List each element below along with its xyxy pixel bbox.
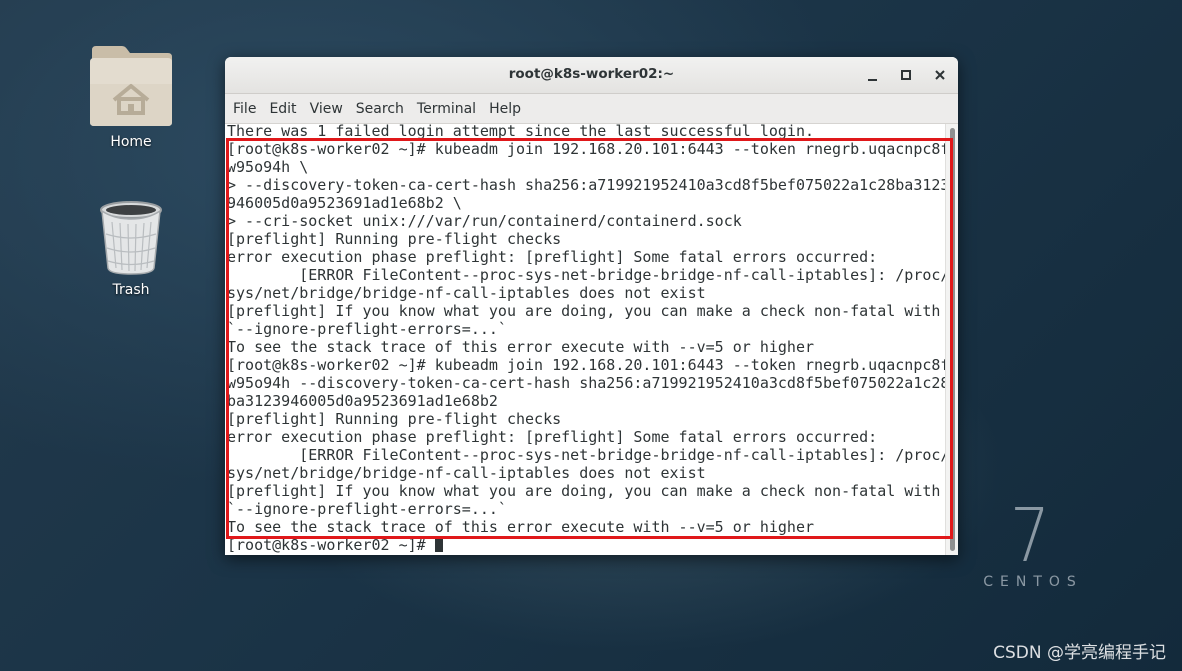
terminal-line: `--ignore-preflight-errors=...`: [227, 500, 507, 518]
terminal-line: > --discovery-token-ca-cert-hash sha256:…: [227, 176, 946, 194]
centos-version-numeral: 7: [1009, 493, 1051, 579]
terminal-cursor: [434, 537, 443, 552]
folder-home-icon: [90, 46, 172, 126]
close-icon: [935, 70, 945, 80]
terminal-line: w95o94h --discovery-token-ca-cert-hash s…: [227, 374, 946, 392]
terminal-line: [root@k8s-worker02 ~]# kubeadm join 192.…: [227, 356, 946, 374]
csdn-watermark: CSDN @学亮编程手记: [993, 643, 1166, 663]
menu-help[interactable]: Help: [484, 97, 526, 121]
terminal-line: > --cri-socket unix:///var/run/container…: [227, 212, 742, 230]
terminal-window[interactable]: root@k8s-worker02:~ File Edit View Searc…: [225, 57, 958, 555]
terminal-line: There was 1 failed login attempt since t…: [227, 124, 814, 140]
trash-label: Trash: [112, 282, 150, 298]
menubar: File Edit View Search Terminal Help: [225, 94, 958, 124]
terminal-output[interactable]: There was 1 failed login attempt since t…: [225, 124, 946, 555]
terminal-scrollbar[interactable]: [945, 124, 958, 555]
terminal-line: [preflight] If you know what you are doi…: [227, 302, 941, 320]
terminal-line: [preflight] If you know what you are doi…: [227, 482, 941, 500]
terminal-line: To see the stack trace of this error exe…: [227, 518, 814, 536]
menu-terminal[interactable]: Terminal: [412, 97, 481, 121]
maximize-icon: [901, 70, 911, 80]
terminal-line: `--ignore-preflight-errors=...`: [227, 320, 507, 338]
maximize-button[interactable]: [896, 65, 916, 85]
scrollbar-thumb[interactable]: [950, 128, 955, 551]
close-button[interactable]: [930, 65, 950, 85]
terminal-line: error execution phase preflight: [prefli…: [227, 248, 878, 266]
terminal-line: [ERROR FileContent--proc-sys-net-bridge-…: [227, 266, 946, 284]
window-titlebar[interactable]: root@k8s-worker02:~: [225, 57, 958, 94]
minimize-button[interactable]: [862, 65, 882, 85]
terminal-line: w95o94h \: [227, 158, 309, 176]
terminal-line: [ERROR FileContent--proc-sys-net-bridge-…: [227, 446, 946, 464]
terminal-line: sys/net/bridge/bridge-nf-call-iptables d…: [227, 464, 706, 482]
terminal-line: [preflight] Running pre-flight checks: [227, 230, 562, 248]
menu-edit[interactable]: Edit: [264, 97, 301, 121]
desktop-icon-trash[interactable]: Trash: [71, 200, 191, 298]
trash-icon: [100, 201, 162, 275]
terminal-prompt: [root@k8s-worker02 ~]#: [227, 536, 435, 554]
terminal-line: [root@k8s-worker02 ~]# kubeadm join 192.…: [227, 140, 946, 158]
terminal-line: 946005d0a9523691ad1e68b2 \: [227, 194, 462, 212]
terminal-line: ba3123946005d0a9523691ad1e68b2: [227, 392, 498, 410]
home-label: Home: [110, 134, 152, 150]
terminal-line: error execution phase preflight: [prefli…: [227, 428, 878, 446]
terminal-line: sys/net/bridge/bridge-nf-call-iptables d…: [227, 284, 706, 302]
menu-view[interactable]: View: [305, 97, 348, 121]
menu-file[interactable]: File: [228, 97, 261, 121]
terminal-line: [preflight] Running pre-flight checks: [227, 410, 562, 428]
menu-search[interactable]: Search: [351, 97, 409, 121]
desktop-icon-home[interactable]: Home: [71, 44, 191, 150]
terminal-line: To see the stack trace of this error exe…: [227, 338, 814, 356]
centos-logo: 7 CENTOS: [975, 493, 1085, 590]
window-title: root@k8s-worker02:~: [508, 66, 675, 82]
minimize-icon: [867, 78, 877, 81]
